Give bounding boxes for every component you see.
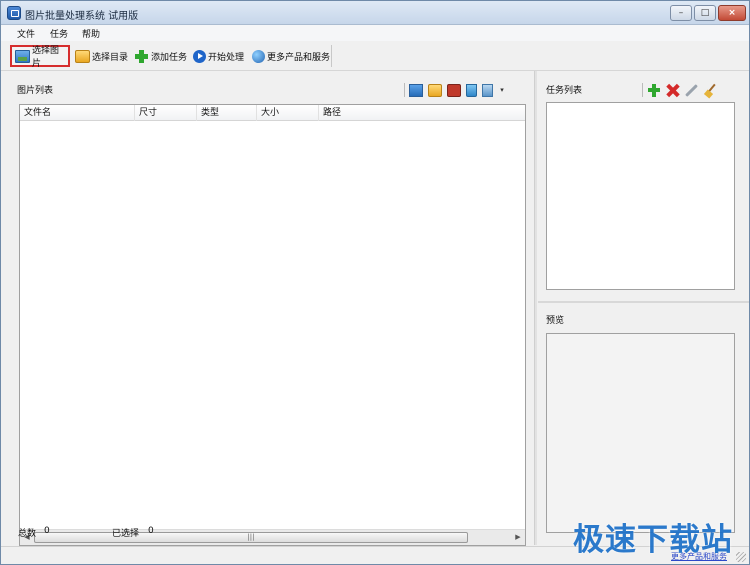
delete-icon[interactable] [666, 84, 680, 97]
watermark: 极速下载站 [573, 522, 733, 558]
printer-icon[interactable] [447, 83, 461, 97]
folder-icon [75, 49, 90, 63]
total-count-value: 0 [44, 526, 50, 536]
image-list-panel: 图片列表 ▾ 文件名 尺寸 类型 大小 路径 ◀ ||| ▶ 总数 0 已选择 … [9, 77, 533, 546]
list-header: 文件名 尺寸 类型 大小 路径 [20, 105, 525, 121]
folder-icon[interactable] [428, 83, 442, 97]
column-size[interactable]: 大小 [257, 105, 319, 121]
list-body[interactable] [20, 121, 525, 529]
task-list-panel: 任务列表 [538, 77, 743, 299]
select-image-label: 选择图片 [32, 46, 60, 69]
plus-icon [134, 49, 149, 63]
scroll-thumb[interactable]: ||| [34, 532, 468, 543]
window-title: 图片批量处理系统 试用版 [25, 11, 139, 22]
resize-grip-icon[interactable] [736, 552, 746, 562]
broom-icon[interactable] [704, 84, 718, 97]
wrench-icon[interactable] [685, 84, 699, 97]
more-products-button[interactable]: 更多产品和服务 [249, 45, 333, 67]
menu-task[interactable]: 任务 [50, 27, 68, 40]
toolbar: 选择图片 选择目录 添加任务 开始处理 更多产品和服务 [1, 41, 749, 71]
toolbar-grip [404, 83, 405, 97]
play-icon [193, 49, 206, 63]
toolbar-separator [331, 45, 332, 67]
task-list-toolbar [642, 82, 723, 98]
column-filename[interactable]: 文件名 [20, 105, 135, 121]
add-icon[interactable] [647, 83, 661, 97]
image-list-title: 图片列表 [17, 86, 54, 96]
more-products-label: 更多产品和服务 [267, 52, 331, 63]
column-dimensions[interactable]: 尺寸 [135, 105, 197, 121]
document-icon[interactable] [482, 83, 493, 97]
title-bar[interactable]: 图片批量处理系统 试用版 – □ × [1, 1, 749, 25]
app-window: 图片批量处理系统 试用版 – □ × 文件 任务 帮助 选择图片 选择目录 添加… [0, 0, 750, 565]
select-directory-button[interactable]: 选择目录 [72, 45, 131, 67]
maximize-button[interactable]: □ [694, 5, 716, 21]
preview-panel: 预览 [538, 307, 743, 541]
scroll-right-icon[interactable]: ▶ [511, 530, 525, 545]
horizontal-splitter[interactable] [538, 301, 749, 303]
horizontal-scrollbar[interactable]: ◀ ||| ▶ [20, 529, 525, 545]
select-image-button[interactable]: 选择图片 [10, 45, 70, 69]
task-list-title: 任务列表 [546, 86, 583, 96]
menu-bar: 文件 任务 帮助 [1, 25, 749, 41]
toolbar-grip [642, 83, 643, 97]
start-processing-label: 开始处理 [208, 52, 245, 63]
select-directory-label: 选择目录 [92, 52, 129, 63]
total-count-label: 总数 [18, 529, 37, 539]
vertical-splitter[interactable] [534, 71, 537, 545]
menu-help[interactable]: 帮助 [82, 27, 100, 40]
add-task-button[interactable]: 添加任务 [131, 45, 190, 67]
selected-count-label: 已选择 [112, 529, 140, 539]
globe-icon [252, 49, 265, 63]
image-list[interactable]: 文件名 尺寸 类型 大小 路径 ◀ ||| ▶ [19, 104, 526, 546]
image-list-toolbar: ▾ [404, 82, 511, 98]
minimize-button[interactable]: – [670, 5, 692, 21]
column-path[interactable]: 路径 [319, 105, 399, 121]
screen-icon[interactable] [409, 83, 423, 97]
add-task-label: 添加任务 [151, 52, 188, 63]
preview-title: 预览 [546, 316, 565, 326]
preview-area [546, 333, 735, 533]
close-button[interactable]: × [718, 5, 746, 21]
recycle-bin-icon[interactable] [466, 83, 477, 97]
menu-file[interactable]: 文件 [17, 27, 35, 40]
dropdown-icon[interactable]: ▾ [498, 84, 506, 97]
start-processing-button[interactable]: 开始处理 [190, 45, 247, 67]
image-icon [15, 49, 30, 63]
app-icon [7, 6, 21, 20]
selected-count-value: 0 [148, 526, 154, 536]
column-type[interactable]: 类型 [197, 105, 257, 121]
task-list[interactable] [546, 102, 735, 290]
